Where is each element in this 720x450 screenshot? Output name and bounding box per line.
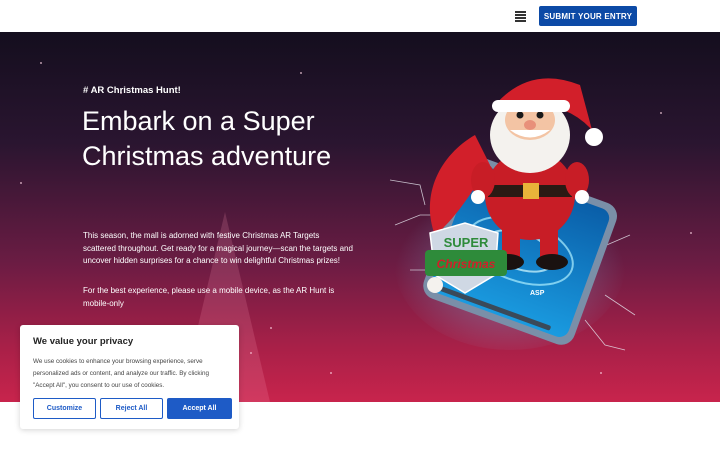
cookie-title: We value your privacy bbox=[33, 336, 134, 347]
hero-description: This season, the mall is adorned with fe… bbox=[83, 231, 353, 265]
sparkle-icon bbox=[270, 327, 272, 329]
accept-all-button[interactable]: Accept All bbox=[167, 398, 232, 419]
cookie-actions: Customize Reject All Accept All bbox=[33, 398, 232, 419]
sparkle-icon bbox=[330, 372, 332, 374]
sparkle-icon bbox=[40, 62, 42, 64]
reject-all-button[interactable]: Reject All bbox=[100, 398, 163, 419]
sparkle-icon bbox=[600, 372, 602, 374]
customize-button[interactable]: Customize bbox=[33, 398, 96, 419]
top-header: SUBMIT YOUR ENTRY bbox=[0, 0, 720, 32]
cookie-consent-banner: We value your privacy We use cookies to … bbox=[20, 325, 239, 429]
sparkle-icon bbox=[690, 232, 692, 234]
page: SUBMIT YOUR ENTRY # AR Christmas Hunt! E… bbox=[0, 0, 720, 450]
submit-entry-button[interactable]: SUBMIT YOUR ENTRY bbox=[539, 6, 637, 26]
santa-phone-illustration: SUPER Christmas ASP bbox=[389, 78, 636, 351]
hero-mobile-note: For the best experience, please use a mo… bbox=[83, 286, 335, 308]
badge-line1: SUPER bbox=[444, 235, 489, 250]
badge-line2: Christmas bbox=[437, 257, 496, 271]
cookie-description: We use cookies to enhance your browsing … bbox=[33, 358, 209, 389]
sparkle-icon bbox=[300, 72, 302, 74]
sparkle-icon bbox=[20, 182, 22, 184]
sparkle-icon bbox=[660, 112, 662, 114]
phone-logo: ASP bbox=[530, 290, 545, 297]
hero-eyebrow: # AR Christmas Hunt! bbox=[83, 85, 181, 96]
hero-headline: Embark on a Super Christmas adventure bbox=[82, 106, 332, 171]
hamburger-menu-icon[interactable] bbox=[515, 10, 526, 22]
